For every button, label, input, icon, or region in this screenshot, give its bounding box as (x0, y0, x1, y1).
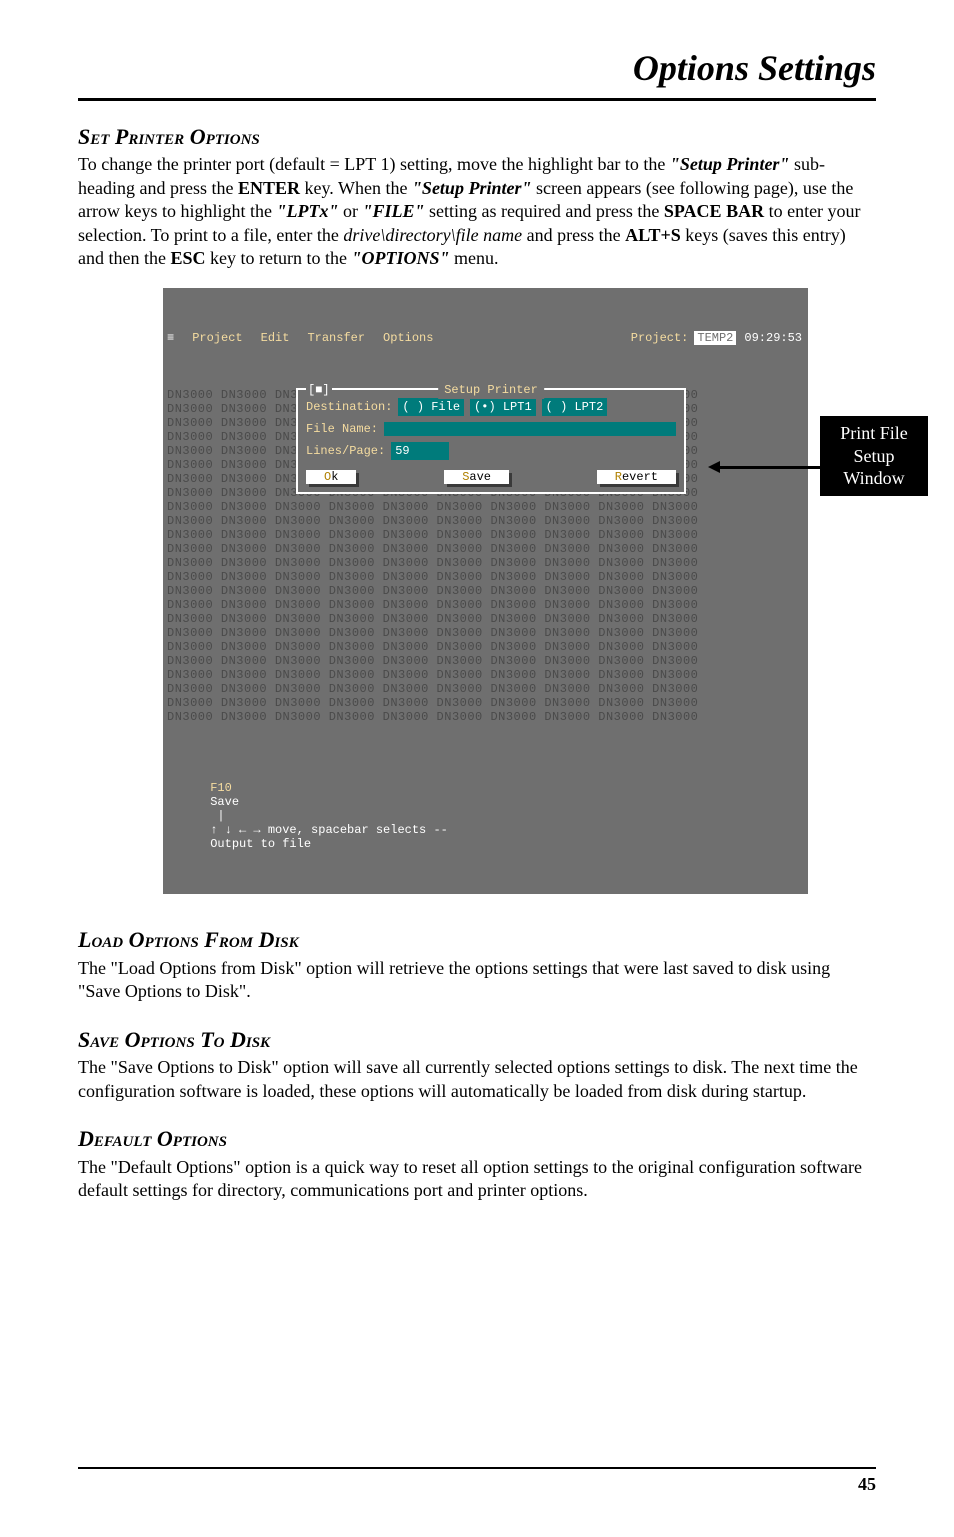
heading-load-options: Load Options From Disk (78, 926, 876, 955)
setup-printer-dialog: [■] Setup Printer Destination: ( ) File … (296, 388, 686, 494)
lines-page-label: Lines/Page: (306, 442, 385, 460)
key-esc: ESC (170, 248, 205, 268)
text: or (343, 201, 363, 221)
project-value: TEMP2 (694, 331, 736, 345)
screenshot-figure: ≡ Project Edit Transfer Options Project:… (163, 288, 868, 894)
page-title: Options Settings (78, 45, 876, 101)
destination-label: Destination: (306, 398, 392, 416)
menu-bar: ≡ Project Edit Transfer Options Project:… (163, 330, 808, 346)
text: key to return to the (210, 248, 351, 268)
text: key. When the (304, 178, 411, 198)
menu-project[interactable]: Project (192, 331, 242, 345)
status-bar: F10 Save | ↑ ↓ ← → move, spacebar select… (163, 766, 808, 866)
filename-label: File Name: (306, 420, 378, 438)
quote-file: "FILE" (362, 201, 424, 221)
quote-setup-printer: "Setup Printer" (412, 178, 532, 198)
radio-lpt2-label: LPT2 (574, 400, 603, 414)
save-button[interactable]: SaveSave (444, 470, 509, 484)
callout-arrow-icon (718, 466, 828, 469)
para-save-options: The "Save Options to Disk" option will s… (78, 1056, 876, 1103)
status-output: Output to file (210, 837, 311, 851)
radio-lpt1-label: LPT1 (503, 400, 532, 414)
quote-lptx: "LPTx" (276, 201, 338, 221)
para-load-options: The "Load Options from Disk" option will… (78, 957, 876, 1004)
heading-default-options: Default Options (78, 1125, 876, 1154)
radio-file[interactable]: ( ) File (398, 398, 464, 416)
filename-input[interactable] (384, 422, 676, 436)
dos-window: ≡ Project Edit Transfer Options Project:… (163, 288, 808, 894)
radio-lpt1[interactable]: (•) LPT1 (470, 398, 536, 416)
para-set-printer: To change the printer port (default = LP… (78, 153, 876, 270)
project-label: Project: (631, 331, 689, 345)
revert-button[interactable]: RevertRevert (597, 470, 676, 484)
heading-set-printer-options: Set Printer Options (78, 123, 876, 152)
callout-label: Print File Setup Window (820, 416, 928, 496)
status-save[interactable]: Save (210, 795, 239, 809)
menu-transfer[interactable]: Transfer (307, 331, 365, 345)
radio-file-label: File (431, 400, 460, 414)
menu-glyph-icon[interactable]: ≡ (167, 331, 174, 345)
text: menu. (454, 248, 499, 268)
path-example: drive\directory\file name (343, 225, 522, 245)
heading-save-options: Save Options To Disk (78, 1026, 876, 1055)
quote-options: "OPTIONS" (351, 248, 449, 268)
status-nav: ↑ ↓ ← → move, spacebar selects -- (210, 823, 448, 837)
key-enter: ENTER (238, 178, 300, 198)
ok-button[interactable]: OOkk (306, 470, 356, 484)
para-default-options: The "Default Options" option is a quick … (78, 1156, 876, 1203)
menu-options[interactable]: Options (383, 331, 433, 345)
radio-lpt2[interactable]: ( ) LPT2 (542, 398, 608, 416)
status-f10[interactable]: F10 (210, 781, 232, 795)
lines-page-input[interactable]: 59 (391, 442, 449, 460)
key-spacebar: SPACE BAR (664, 201, 764, 221)
close-icon[interactable]: [■] (306, 381, 332, 399)
dialog-title: Setup Printer (438, 381, 544, 399)
text: and press the (527, 225, 625, 245)
text: setting as required and press the (429, 201, 664, 221)
menu-edit[interactable]: Edit (261, 331, 290, 345)
clock: 09:29:53 (742, 331, 804, 345)
page-number: 45 (78, 1467, 876, 1496)
text: To change the printer port (default = LP… (78, 154, 670, 174)
quote-setup-printer: "Setup Printer" (670, 154, 790, 174)
key-alt-s: ALT+S (625, 225, 681, 245)
